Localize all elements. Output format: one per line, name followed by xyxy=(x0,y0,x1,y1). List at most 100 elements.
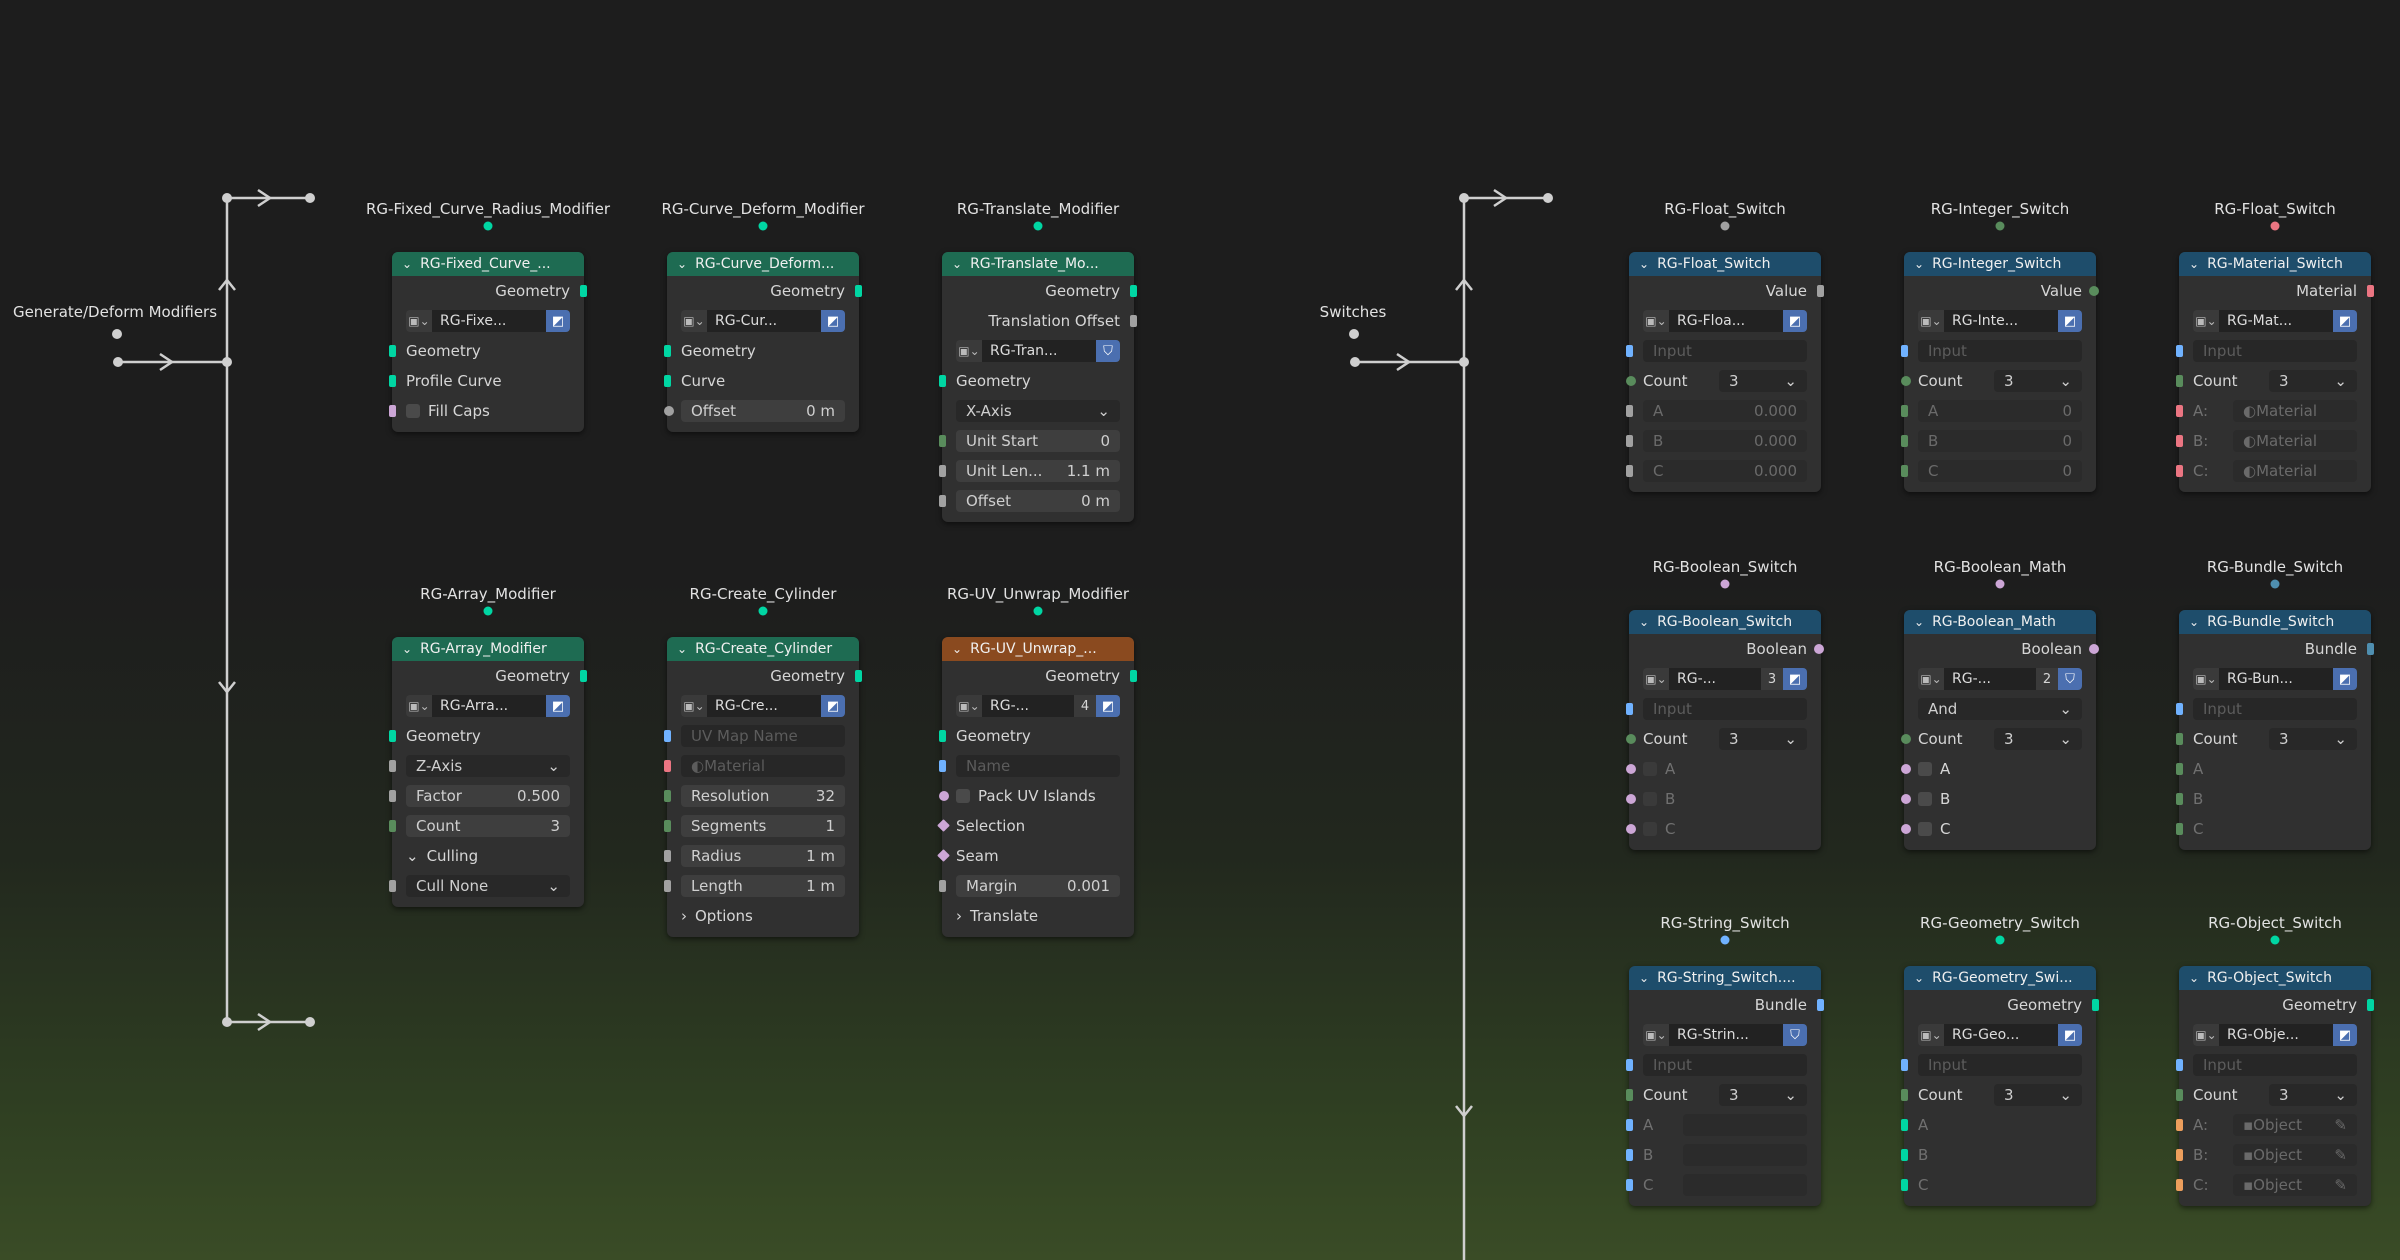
int-socket[interactable] xyxy=(939,435,946,447)
chevron-down-icon[interactable]: ⌄ xyxy=(402,257,412,271)
chevron-down-icon[interactable]: ⌄ xyxy=(1914,971,1924,985)
text-input[interactable]: Input xyxy=(1918,340,2082,362)
int-socket[interactable] xyxy=(664,790,671,802)
value-field[interactable]: A0 xyxy=(1918,400,2082,422)
int-socket[interactable] xyxy=(2176,793,2183,805)
string-socket[interactable] xyxy=(1626,345,1633,357)
node-group-name[interactable]: RG-Fixe... xyxy=(432,310,546,332)
node-group-icon[interactable]: ◩ xyxy=(2058,1024,2082,1046)
chevron-down-icon[interactable]: ⌄ xyxy=(2189,615,2199,629)
int-socket[interactable] xyxy=(2089,286,2099,296)
dropdown-select[interactable]: X-Axis ⌄ xyxy=(956,400,1120,422)
node-group-selector[interactable]: ▣⌄ RG-... 2 ⛉ xyxy=(1918,668,2082,690)
chevron-down-icon[interactable]: ⌄ xyxy=(1639,257,1649,271)
string-socket[interactable] xyxy=(2176,345,2183,357)
int-socket[interactable] xyxy=(1901,465,1908,477)
geometry-socket[interactable] xyxy=(1901,1149,1908,1161)
geometry-socket[interactable] xyxy=(664,345,671,357)
count-dropdown[interactable]: 3 ⌄ xyxy=(2269,1084,2357,1106)
int-socket[interactable] xyxy=(2176,823,2183,835)
chevron-down-icon[interactable]: ⌄ xyxy=(1914,615,1924,629)
geometry-socket[interactable] xyxy=(389,375,396,387)
node-header[interactable]: ⌄ RG-Create_Cylinder xyxy=(667,637,859,661)
checkbox[interactable] xyxy=(1643,762,1657,776)
text-input[interactable]: UV Map Name xyxy=(681,725,845,747)
node-group-icon[interactable]: ◩ xyxy=(821,695,845,717)
value-field[interactable]: Unit Len... 1.1 m xyxy=(956,460,1120,482)
node-n6[interactable]: ⌄ RG-UV_Unwrap_... Geometry ▣⌄ RG-... 4 ◩ Geome… xyxy=(937,637,1137,937)
node-header[interactable]: ⌄ RG-String_Switch.... xyxy=(1629,966,1821,990)
string-socket[interactable] xyxy=(1626,1059,1633,1071)
int-socket[interactable] xyxy=(1626,376,1636,386)
bool-socket[interactable] xyxy=(1814,644,1824,654)
node-group-icon[interactable]: ◩ xyxy=(2058,310,2082,332)
chevron-down-icon[interactable]: ⌄ xyxy=(952,257,962,271)
chevron-down-icon[interactable]: ⌄ xyxy=(677,257,687,271)
node-group-icon[interactable]: ◩ xyxy=(546,310,570,332)
checkbox[interactable] xyxy=(1918,822,1932,836)
string-field[interactable] xyxy=(1683,1114,1807,1136)
node-s3[interactable]: ⌄ RG-Material_Switch Material ▣⌄ RG-Mat... ◩ I… xyxy=(2176,252,2374,492)
bool-socket[interactable] xyxy=(2089,644,2099,654)
node-group-name[interactable]: RG-Geo... xyxy=(1944,1024,2058,1046)
node-header[interactable]: ⌄ RG-UV_Unwrap_... xyxy=(942,637,1134,661)
bool-socket[interactable] xyxy=(1901,824,1911,834)
node-tree-icon[interactable]: ▣⌄ xyxy=(2193,668,2219,690)
panel-label[interactable]: Options xyxy=(695,907,753,925)
node-group-icon[interactable]: ◩ xyxy=(2333,1024,2357,1046)
dropdown-select[interactable]: Cull None ⌄ xyxy=(406,875,570,897)
node-group-selector[interactable]: ▣⌄ RG-Cre... ◩ xyxy=(681,695,845,717)
object-socket[interactable] xyxy=(2176,1149,2183,1161)
float-socket[interactable] xyxy=(1626,405,1633,417)
bool-socket[interactable] xyxy=(1626,764,1636,774)
node-group-selector[interactable]: ▣⌄ RG-Tran... ⛉ xyxy=(956,340,1120,362)
node-s6[interactable]: ⌄ RG-Bundle_Switch Bundle ▣⌄ RG-Bun... ◩ Input… xyxy=(2176,610,2374,850)
value-field[interactable]: Offset 0 m xyxy=(956,490,1120,512)
node-group-name[interactable]: RG-Inte... xyxy=(1944,310,2058,332)
node-group-selector[interactable]: ▣⌄ RG-Bun... ◩ xyxy=(2193,668,2357,690)
material-socket[interactable] xyxy=(2367,285,2374,297)
geometry-socket[interactable] xyxy=(939,730,946,742)
int-socket[interactable] xyxy=(2176,763,2183,775)
node-group-icon[interactable]: ◩ xyxy=(1783,310,1807,332)
node-group-name[interactable]: RG-Bun... xyxy=(2219,668,2333,690)
chevron-down-icon[interactable]: ⌄ xyxy=(402,642,412,656)
panel-label[interactable]: Culling xyxy=(427,847,479,865)
text-input[interactable]: Input xyxy=(1643,698,1807,720)
node-tree-icon[interactable]: ▣⌄ xyxy=(1643,668,1669,690)
count-dropdown[interactable]: 3 ⌄ xyxy=(2269,728,2357,750)
bool-socket[interactable] xyxy=(1901,764,1911,774)
node-s5[interactable]: ⌄ RG-Boolean_Math Boolean ▣⌄ RG-... 2 ⛉ And ⌄ Cou… xyxy=(1901,610,2099,850)
material-socket[interactable] xyxy=(2176,465,2183,477)
int-socket[interactable] xyxy=(2176,733,2183,745)
object-socket[interactable] xyxy=(2176,1179,2183,1191)
material-selector[interactable]: ◐ Material xyxy=(2233,430,2357,452)
node-group-name[interactable]: RG-... xyxy=(1669,668,1761,690)
float-socket[interactable] xyxy=(1626,435,1633,447)
shield-icon[interactable]: ⛉ xyxy=(2058,668,2082,690)
float-socket[interactable] xyxy=(389,760,396,772)
count-dropdown[interactable]: 3 ⌄ xyxy=(1719,1084,1807,1106)
geometry-socket[interactable] xyxy=(580,670,587,682)
node-group-selector[interactable]: ▣⌄ RG-Geo... ◩ xyxy=(1918,1024,2082,1046)
node-group-icon[interactable]: ◩ xyxy=(821,310,845,332)
int-socket[interactable] xyxy=(1626,734,1636,744)
geometry-socket[interactable] xyxy=(1130,670,1137,682)
node-group-selector[interactable]: ▣⌄ RG-Mat... ◩ xyxy=(2193,310,2357,332)
node-header[interactable]: ⌄ RG-Boolean_Switch xyxy=(1629,610,1821,634)
node-group-name[interactable]: RG-Mat... xyxy=(2219,310,2333,332)
int-socket[interactable] xyxy=(1901,435,1908,447)
node-group-name[interactable]: RG-... xyxy=(1944,668,2036,690)
node-s9[interactable]: ⌄ RG-Object_Switch Geometry ▣⌄ RG-Obje... ◩ In… xyxy=(2176,966,2374,1206)
string-socket[interactable] xyxy=(1626,1119,1633,1131)
checkbox[interactable] xyxy=(406,404,420,418)
node-header[interactable]: ⌄ RG-Float_Switch xyxy=(1629,252,1821,276)
string-field[interactable] xyxy=(1683,1144,1807,1166)
node-s7[interactable]: ⌄ RG-String_Switch.... Bundle ▣⌄ RG-Strin...… xyxy=(1626,966,1824,1206)
node-group-name[interactable]: RG-Cre... xyxy=(707,695,821,717)
chevron-right-icon[interactable]: › xyxy=(681,907,687,925)
string-socket[interactable] xyxy=(1901,1059,1908,1071)
node-group-selector[interactable]: ▣⌄ RG-Arra... ◩ xyxy=(406,695,570,717)
node-group-name[interactable]: RG-Strin... xyxy=(1669,1024,1783,1046)
int-socket[interactable] xyxy=(389,820,396,832)
